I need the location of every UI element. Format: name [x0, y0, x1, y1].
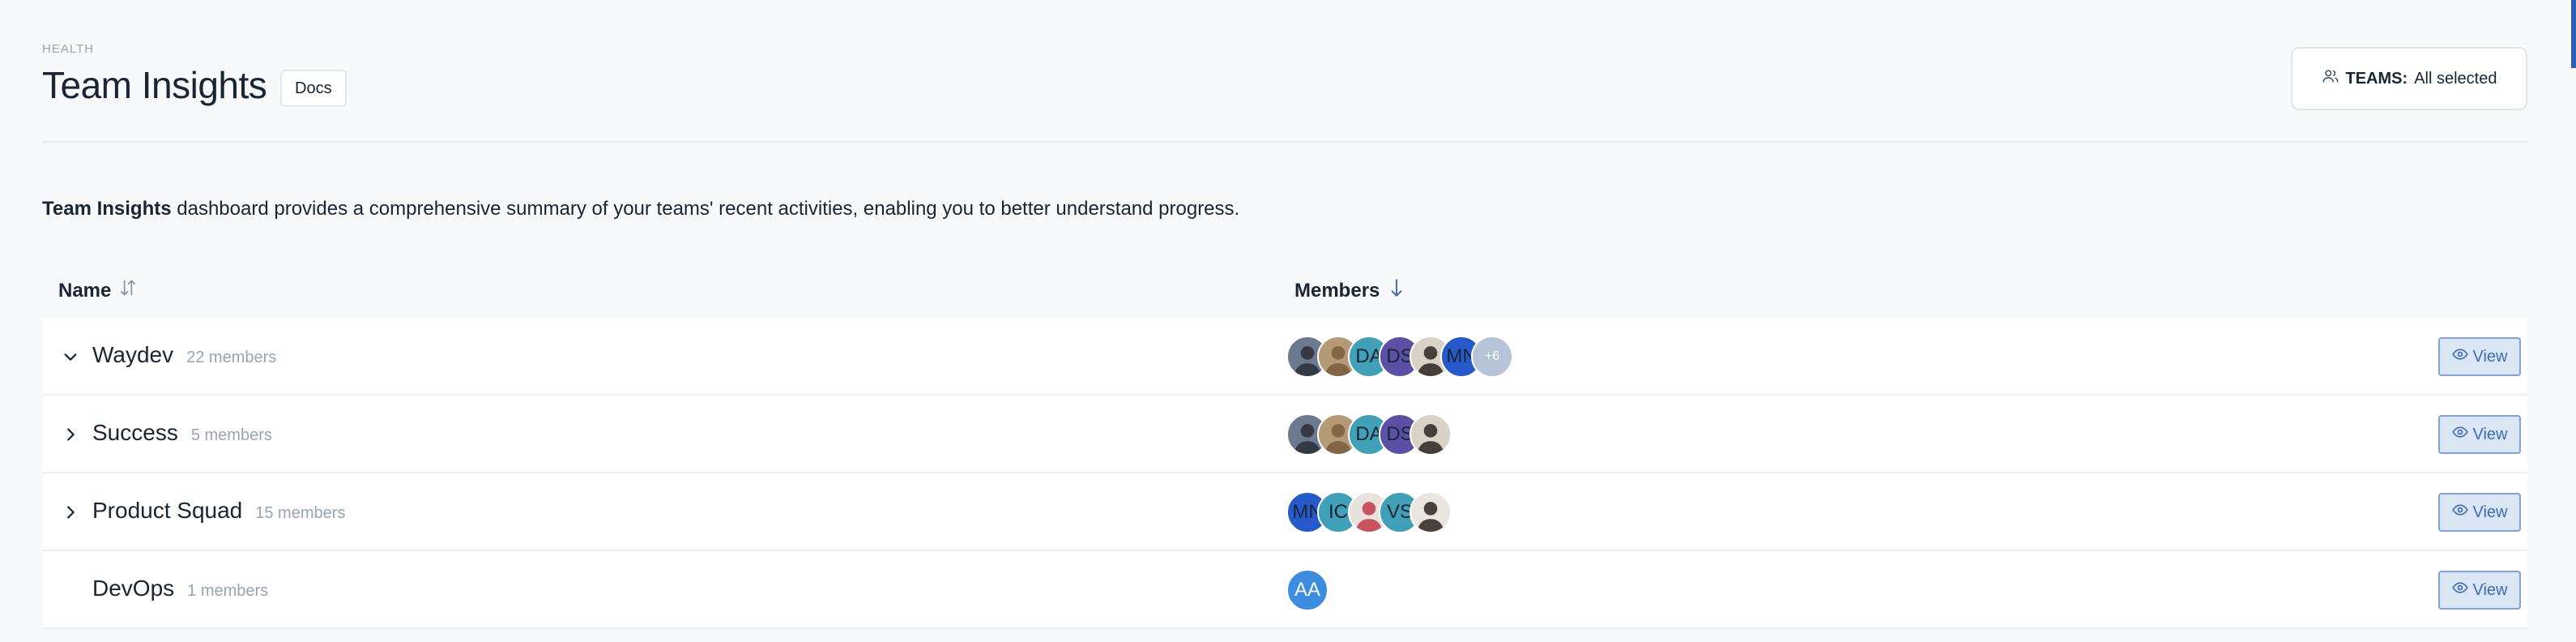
member-avatars: MN IC VS — [1286, 491, 1452, 533]
chevron-down-icon[interactable] — [58, 345, 83, 369]
scroll-indicator[interactable] — [2571, 0, 2576, 68]
page-header: HEALTH Team Insights Docs TEAMS: All sel… — [42, 42, 2527, 143]
teams-filter-button[interactable]: TEAMS: All selected — [2291, 47, 2527, 110]
eye-icon — [2451, 346, 2468, 367]
team-name: Success — [92, 420, 178, 445]
table-row[interactable]: Success 5 members DA DS View — [42, 396, 2527, 473]
member-avatars: AA — [1286, 569, 1329, 611]
column-header-name[interactable]: Name — [58, 277, 139, 304]
team-name: Waydev — [92, 342, 174, 367]
teams-filter-value: All selected — [2414, 69, 2497, 88]
table-body: Waydev 22 members DA DS MN +6 View Success 5 mem… — [42, 318, 2527, 629]
description-bold: Team Insights — [42, 198, 172, 220]
description-text: dashboard provides a comprehensive summa… — [171, 198, 1240, 220]
team-name-cell: Success 5 members — [92, 420, 272, 446]
docs-button[interactable]: Docs — [280, 70, 347, 107]
table-header: Name Members — [42, 266, 2527, 318]
member-count: 15 members — [255, 504, 346, 522]
view-button-label: View — [2472, 425, 2508, 443]
member-avatars: DA DS MN +6 — [1286, 336, 1513, 378]
column-header-name-label: Name — [58, 279, 112, 302]
view-button[interactable]: View — [2438, 571, 2521, 610]
member-avatars: DA DS — [1286, 413, 1452, 456]
page-title: Team Insights — [42, 64, 267, 106]
table-row[interactable]: Product Squad 15 members MN IC VS View — [42, 473, 2527, 551]
teams-filter-label: TEAMS: — [2345, 69, 2408, 88]
view-button-label: View — [2472, 347, 2508, 366]
table-row[interactable]: Waydev 22 members DA DS MN +6 View — [42, 318, 2527, 396]
view-button[interactable]: View — [2438, 337, 2521, 376]
view-button-label: View — [2472, 580, 2508, 599]
member-count: 5 members — [190, 426, 272, 444]
sort-icon[interactable] — [117, 277, 139, 304]
view-button[interactable]: View — [2438, 493, 2521, 532]
sort-descending-icon[interactable] — [1386, 277, 1407, 304]
column-header-members-label: Members — [1294, 279, 1380, 302]
team-name-cell: DevOps 1 members — [92, 576, 268, 601]
chevron-right-icon[interactable] — [58, 500, 83, 524]
team-name-cell: Product Squad 15 members — [92, 498, 345, 524]
view-button[interactable]: View — [2438, 415, 2521, 454]
team-name: DevOps — [92, 576, 175, 601]
team-name: Product Squad — [92, 498, 243, 523]
eye-icon — [2451, 502, 2468, 523]
avatar[interactable]: AA — [1286, 569, 1329, 611]
teams-table: Name Members Waydev 22 members DA DS MN +6 Vie… — [42, 266, 2527, 629]
view-button-label: View — [2472, 503, 2508, 521]
member-count: 22 members — [186, 349, 277, 366]
eye-icon — [2451, 424, 2468, 445]
avatar[interactable] — [1410, 413, 1452, 456]
member-count: 1 members — [187, 582, 269, 600]
page-description: Team Insights dashboard provides a compr… — [42, 198, 1239, 220]
more-members-badge[interactable]: +6 — [1471, 336, 1513, 378]
chevron-right-icon[interactable] — [58, 422, 83, 447]
avatar[interactable] — [1410, 491, 1452, 533]
table-row[interactable]: DevOps 1 members AA View — [42, 551, 2527, 629]
eye-icon — [2451, 580, 2468, 601]
team-name-cell: Waydev 22 members — [92, 342, 276, 368]
users-icon — [2322, 67, 2339, 90]
column-header-members[interactable]: Members — [1294, 277, 1407, 304]
section-eyebrow: HEALTH — [42, 42, 95, 56]
